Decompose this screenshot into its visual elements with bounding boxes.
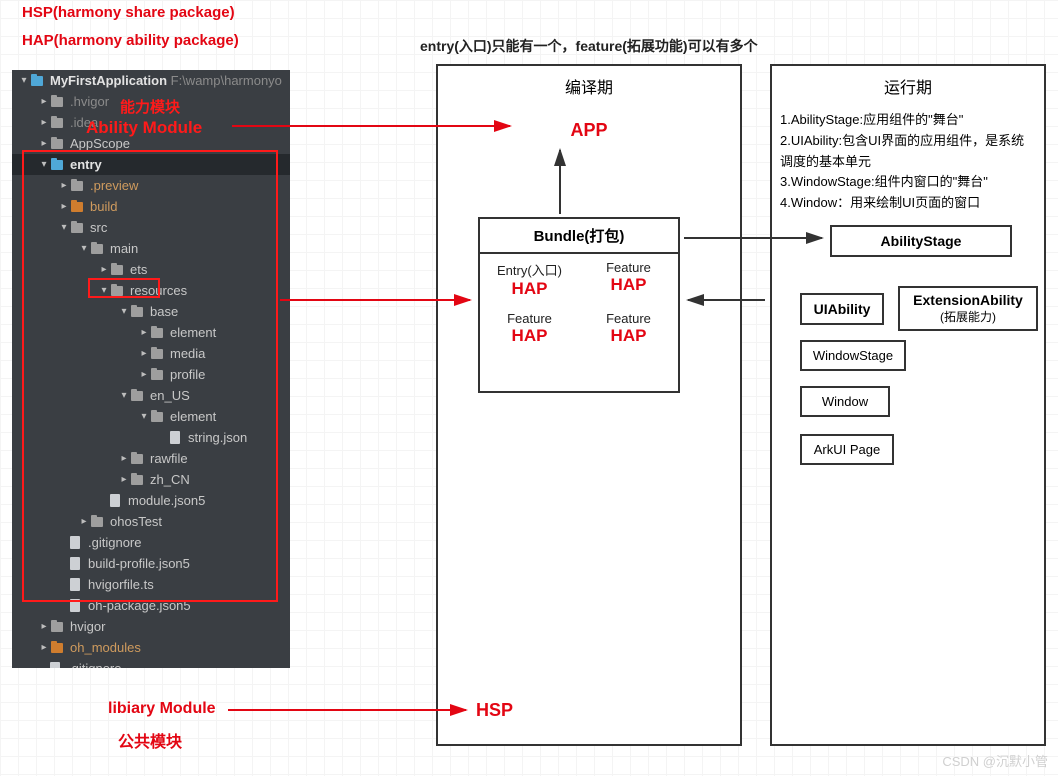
watermark: CSDN @沉默小管 — [942, 751, 1048, 770]
arrows-layer — [0, 0, 1058, 776]
